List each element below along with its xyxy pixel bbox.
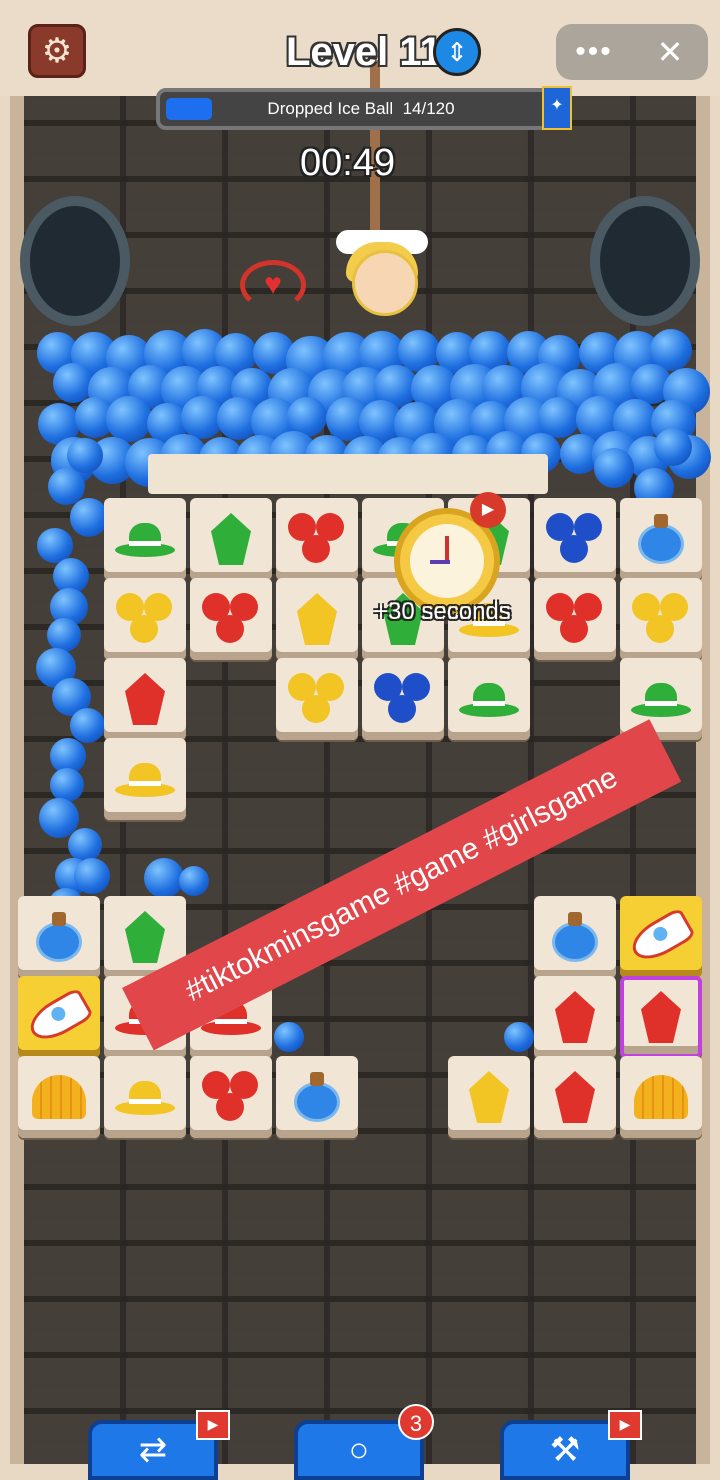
stopwatch-hand-minute [430,560,450,564]
game-tile[interactable] [448,1056,530,1138]
ice-ball [106,396,152,442]
goal-progress-text: Dropped Ice Ball 14/120 [160,92,562,126]
hat-icon [115,1077,175,1117]
potion-icon [552,912,598,962]
game-tile[interactable] [190,498,272,580]
swap-vertical-icon: ⇕ [433,28,481,76]
game-tile[interactable] [190,1056,272,1138]
ice-ball [69,498,109,537]
game-tile[interactable] [534,896,616,978]
girl-head [352,250,418,316]
game-tile[interactable] [620,578,702,660]
game-tile[interactable] [276,1056,358,1138]
crystal-icon [555,991,595,1043]
game-tile[interactable] [276,498,358,580]
video-icon: ▶ [196,1410,230,1440]
more-button[interactable]: ••• [556,35,632,69]
flower-icon [546,593,604,645]
ice-ball [74,858,110,894]
game-tile[interactable] [18,896,100,978]
game-tile[interactable] [534,578,616,660]
close-button[interactable]: ✕ [632,33,708,71]
game-tile[interactable] [534,498,616,580]
shell-icon [32,1075,86,1119]
ice-ball [179,866,209,896]
hat-icon [459,679,519,719]
crystal-icon [211,513,251,565]
game-tile[interactable] [620,498,702,580]
flower-icon [546,513,604,565]
flower-icon [288,513,346,565]
hammer-icon: ⚒ [549,1431,581,1469]
rocket-icon [23,986,95,1048]
crystal-icon [641,991,681,1043]
crystal-icon [297,593,337,645]
game-tile[interactable] [104,1056,186,1138]
hat-icon [631,679,691,719]
crystal-icon [125,911,165,963]
game-tile[interactable] [18,1056,100,1138]
potion-icon [294,1072,340,1122]
right-cannon [590,196,700,326]
star-icon: ✦ [542,86,572,130]
game-tile[interactable] [534,1056,616,1138]
ice-ball [538,396,581,439]
video-icon: ▶ [608,1410,642,1440]
countdown-timer: 00:49 [300,142,396,184]
shelf-ledge [148,454,548,494]
ice-ball [49,768,84,803]
potion-icon [36,912,82,962]
ice-ball [70,708,105,743]
time-bonus-label[interactable]: +30 seconds [374,598,511,626]
flower-icon [202,593,260,645]
crystal-icon [125,673,165,725]
game-tile[interactable] [104,498,186,580]
game-tile[interactable] [362,658,444,740]
ice-ball [47,618,82,653]
ice-ball [52,362,94,404]
level-title: Level 11 [286,30,442,74]
ice-ball [594,448,634,488]
game-tile[interactable] [18,976,100,1058]
hat-icon [115,759,175,799]
game-tile[interactable] [620,976,702,1058]
window-controls: ••• ✕ [556,24,708,80]
game-tile[interactable] [534,976,616,1058]
settings-button[interactable]: ⚙ [28,24,86,78]
goal-label: Dropped Ice Ball [267,99,394,118]
flower-icon [374,673,432,725]
flower-icon [632,593,690,645]
game-tile[interactable] [276,658,358,740]
game-tile[interactable] [276,578,358,660]
crystal-icon [555,1071,595,1123]
gear-icon: ⚙ [41,32,73,70]
flower-icon [116,593,174,645]
left-cannon [20,196,130,326]
game-tile[interactable] [104,578,186,660]
magnifier-icon: ○ [348,1431,370,1469]
flower-icon [202,1071,260,1123]
hat-icon [115,519,175,559]
ice-ball [654,428,692,466]
flower-icon [288,673,346,725]
heart-icon: ♥ [240,260,306,310]
video-icon: ▶ [470,492,506,528]
game-tile[interactable] [620,896,702,978]
game-tile[interactable] [448,658,530,740]
ice-ball [144,858,184,898]
goal-progress-bar: Dropped Ice Ball 14/120 ✦ [156,86,572,130]
ice-ball [274,1022,304,1052]
game-tile[interactable] [190,578,272,660]
goal-count: 14/120 [402,99,455,118]
crystal-icon [469,1071,509,1123]
shuffle-icon: ⇄ [138,1431,168,1469]
hint-count-badge: 3 [398,1404,434,1440]
ice-ball [504,1022,534,1052]
rocket-icon [625,906,697,968]
game-tile[interactable] [104,738,186,820]
potion-icon [638,514,684,564]
game-tile[interactable] [620,1056,702,1138]
shell-icon [634,1075,688,1119]
game-tile[interactable] [104,658,186,740]
